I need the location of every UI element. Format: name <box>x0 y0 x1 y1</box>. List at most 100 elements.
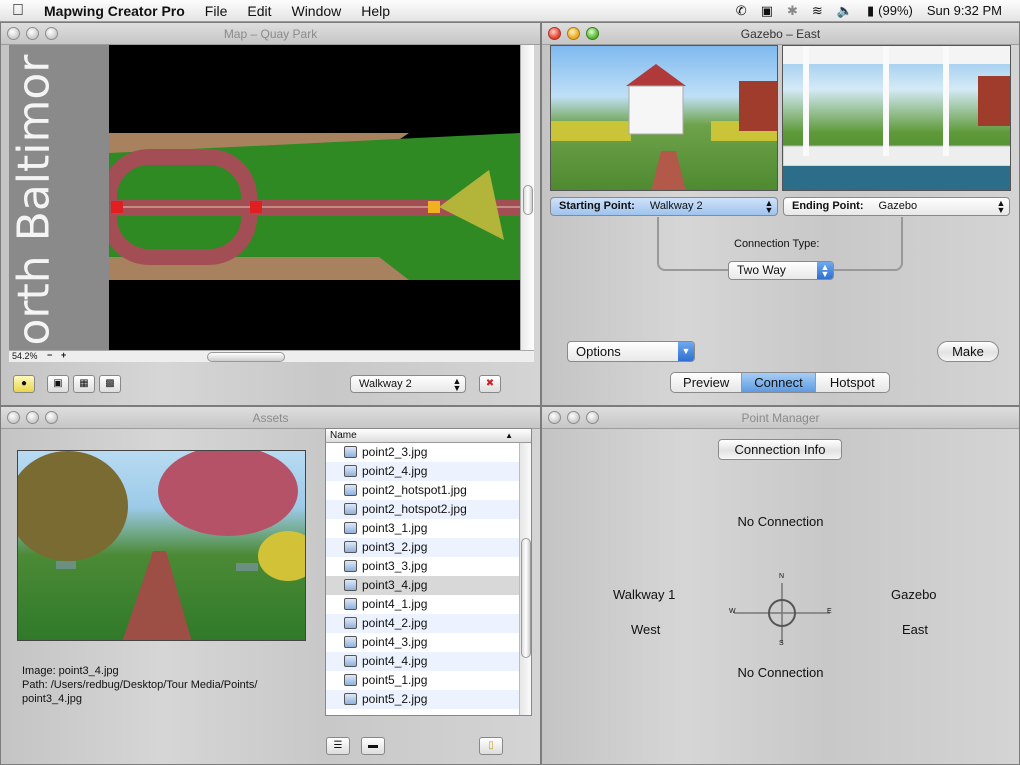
connection-type-label: Connection Type: <box>734 238 820 250</box>
zoom-button[interactable] <box>45 411 58 424</box>
file-name: point2_3.jpg <box>362 445 428 459</box>
gazebo-window: Gazebo – East Starting Point: Walkway 2 … <box>541 22 1020 406</box>
image-file-icon <box>344 522 357 534</box>
gazebo-titlebar[interactable]: Gazebo – East <box>542 23 1019 45</box>
list-item[interactable]: point3_3.jpg <box>326 557 531 576</box>
map-point-select[interactable]: Walkway 2 ▲ ▼ <box>350 375 466 393</box>
zoom-in-button[interactable]: + <box>61 350 66 360</box>
gazebo-interior-graphic <box>783 46 1010 190</box>
minimize-button[interactable] <box>26 411 39 424</box>
west-point-name: Walkway 1 <box>613 587 676 602</box>
ending-point-value: Gazebo <box>878 200 918 212</box>
east-direction: East <box>902 622 929 637</box>
list-item[interactable]: point2_hotspot2.jpg <box>326 500 531 519</box>
apple-menu-icon[interactable]:  <box>0 2 36 20</box>
menu-edit[interactable]: Edit <box>237 3 281 19</box>
starting-point-select[interactable]: Starting Point: Walkway 2 ▲ ▼ <box>550 197 778 216</box>
display-icon[interactable]: ▣ <box>761 3 773 19</box>
name-column-header[interactable]: Name ▲ <box>326 429 531 443</box>
list-item[interactable]: point4_3.jpg <box>326 633 531 652</box>
zoom-out-button[interactable]: − <box>47 350 52 360</box>
file-name: point2_hotspot2.jpg <box>362 502 467 516</box>
map-image-icon[interactable]: ▩ <box>99 375 121 393</box>
minimize-button[interactable] <box>567 27 580 40</box>
file-name: point4_4.jpg <box>362 654 428 668</box>
east-point-name: Gazebo <box>891 587 937 602</box>
map-drawing <box>109 133 520 280</box>
list-item[interactable]: point5_1.jpg <box>326 671 531 690</box>
minimize-button[interactable] <box>567 411 580 424</box>
list-item[interactable]: point3_1.jpg <box>326 519 531 538</box>
tab-preview[interactable]: Preview <box>671 373 743 392</box>
app-menu[interactable]: Mapwing Creator Pro <box>36 3 195 19</box>
file-name: point3_3.jpg <box>362 559 428 573</box>
map-bottom-bar: 54.2% − + <box>9 350 534 362</box>
edit-tool-icon[interactable]: ✖ <box>479 375 501 393</box>
close-button[interactable] <box>7 411 20 424</box>
point-manager-titlebar[interactable]: Point Manager <box>542 407 1019 429</box>
remove-asset-icon[interactable]: ▬ <box>361 737 385 755</box>
bluetooth-icon[interactable]: ✱ <box>787 3 798 19</box>
point-manager-title: Point Manager <box>741 411 820 425</box>
options-select[interactable]: Options ▼ <box>567 341 695 362</box>
minimize-button[interactable] <box>26 27 39 40</box>
battery-icon[interactable]: ▮ <box>867 3 874 19</box>
list-item[interactable]: point3_4.jpg <box>326 576 531 595</box>
list-vscroll-thumb[interactable] <box>521 538 531 658</box>
map-point-gazebo <box>428 201 440 213</box>
list-item[interactable]: point4_2.jpg <box>326 614 531 633</box>
close-button[interactable] <box>7 27 20 40</box>
map-vscroll-thumb[interactable] <box>523 185 533 215</box>
tab-connect[interactable]: Connect <box>742 373 816 392</box>
file-name: point4_3.jpg <box>362 635 428 649</box>
zoom-button[interactable] <box>586 411 599 424</box>
phone-icon[interactable]: ✆ <box>736 3 747 19</box>
ending-point-select[interactable]: Ending Point: Gazebo ▲ ▼ <box>783 197 1010 216</box>
wifi-icon[interactable]: ≋ <box>812 3 823 19</box>
menu-help[interactable]: Help <box>351 3 400 19</box>
list-item[interactable]: point3_2.jpg <box>326 538 531 557</box>
menubar:  Mapwing Creator Pro File Edit Window H… <box>0 0 1020 22</box>
image-file-icon <box>344 636 357 648</box>
clock[interactable]: Sun 9:32 PM <box>927 3 1002 18</box>
map-title: Map – Quay Park <box>223 27 318 41</box>
map-hscroll-thumb[interactable] <box>207 352 285 362</box>
connection-info-button[interactable]: Connection Info <box>718 439 842 460</box>
file-name: point3_1.jpg <box>362 521 428 535</box>
asset-info-image: Image: point3_4.jpg <box>22 665 119 677</box>
chevron-updown-icon: ▲ ▼ <box>817 262 833 279</box>
list-item[interactable]: point5_2.jpg <box>326 690 531 709</box>
menu-window[interactable]: Window <box>281 3 351 19</box>
list-item[interactable]: point2_3.jpg <box>326 443 531 462</box>
add-point-icon[interactable]: ▣ <box>47 375 69 393</box>
map-point-walkway1 <box>111 201 123 213</box>
list-item[interactable]: point2_4.jpg <box>326 462 531 481</box>
import-folder-icon[interactable]: ☰ <box>326 737 350 755</box>
tab-hotspot[interactable]: Hotspot <box>816 373 889 392</box>
map-canvas[interactable] <box>109 45 520 350</box>
image-file-icon <box>344 446 357 458</box>
list-item[interactable]: point4_4.jpg <box>326 652 531 671</box>
list-item[interactable]: point2_hotspot1.jpg <box>326 481 531 500</box>
asset-info-path: Path: /Users/redbug/Desktop/Tour Media/P… <box>22 679 258 691</box>
image-file-icon <box>344 617 357 629</box>
map-side-text: orth Baltimor <box>9 54 60 346</box>
new-folder-icon[interactable]: ▯ <box>479 737 503 755</box>
assets-titlebar[interactable]: Assets <box>1 407 540 429</box>
link-points-icon[interactable]: ▦ <box>73 375 95 393</box>
make-button[interactable]: Make <box>937 341 999 362</box>
zoom-button[interactable] <box>586 27 599 40</box>
zoom-button[interactable] <box>45 27 58 40</box>
volume-icon[interactable]: 🔈 <box>837 3 853 19</box>
battery-percent: (99%) <box>878 3 913 18</box>
north-connection: No Connection <box>737 514 824 529</box>
close-button[interactable] <box>548 411 561 424</box>
list-vscroll[interactable] <box>519 443 531 715</box>
map-titlebar[interactable]: Map – Quay Park <box>1 23 540 45</box>
connection-type-select[interactable]: Two Way ▲ ▼ <box>728 261 834 280</box>
menu-file[interactable]: File <box>195 3 238 19</box>
map-vscroll[interactable] <box>520 45 534 350</box>
list-item[interactable]: point4_1.jpg <box>326 595 531 614</box>
lightbulb-icon[interactable]: ● <box>13 375 35 393</box>
close-button[interactable] <box>548 27 561 40</box>
